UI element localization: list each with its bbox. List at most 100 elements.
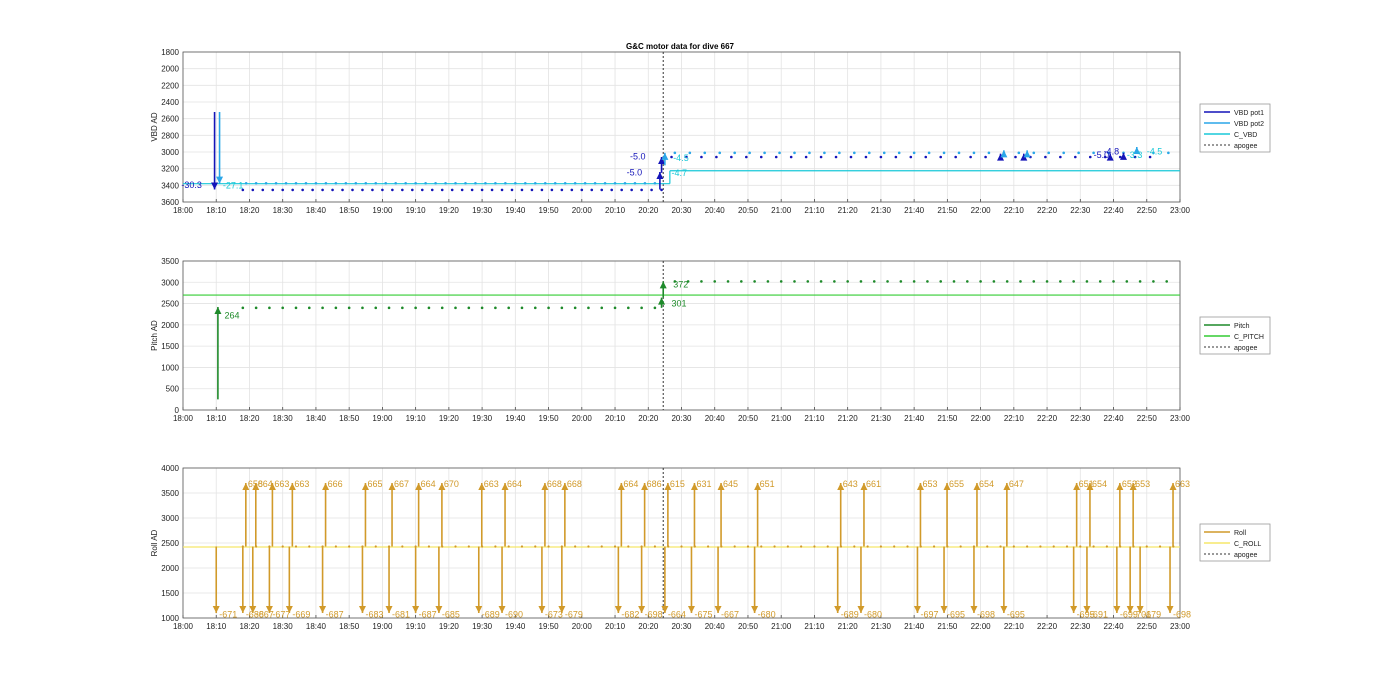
vbd-pot1-point	[351, 188, 354, 192]
pitch-point	[1045, 280, 1049, 283]
pitch-point	[846, 280, 849, 283]
x-tick-label: 22:00	[971, 414, 992, 423]
roll-point	[587, 545, 590, 548]
roll-data-label: -697	[920, 610, 938, 620]
x-tick-label: 20:50	[738, 414, 759, 423]
roll-data-label: -682	[621, 610, 639, 620]
x-tick-label: 19:00	[372, 414, 393, 423]
pitch-point	[1005, 280, 1009, 283]
x-tick-label: 22:20	[1037, 206, 1058, 215]
vbd-pot2-point	[1077, 151, 1080, 155]
x-tick-label: 18:10	[206, 414, 227, 423]
x-tick-label: 20:40	[705, 206, 726, 215]
roll-point	[1052, 545, 1055, 548]
vbd-pot1-point	[700, 155, 703, 159]
x-tick-label: 19:20	[439, 206, 460, 215]
vbd-pot1-point	[804, 155, 808, 159]
pitch-point	[268, 306, 271, 310]
y-tick-label: 1000	[161, 614, 179, 623]
vbd-pot2-point	[1032, 151, 1036, 155]
pitch-point	[912, 280, 916, 283]
vbd-pot1-point	[381, 188, 384, 192]
vbd-pot2-point	[882, 151, 886, 155]
y-tick-label: 2500	[161, 300, 179, 309]
pitch-point	[374, 306, 378, 310]
y-axis-label: VBD AD	[150, 112, 159, 142]
vbd-pot1-point	[261, 188, 265, 192]
x-tick-label: 19:00	[372, 622, 393, 631]
x-tick-label: 22:40	[1104, 622, 1125, 631]
vbd-data-label: -4.5	[673, 153, 689, 163]
roll-data-label: -698	[645, 610, 663, 620]
vbd-pot1-point	[281, 188, 285, 192]
roll-data-label: -671	[219, 610, 237, 620]
x-tick-label: 18:40	[306, 414, 327, 423]
legend-label: C_PITCH	[1234, 334, 1264, 341]
roll-data-label: -675	[694, 610, 712, 620]
vbd-pot2-point	[653, 181, 657, 185]
y-axis-label: Roll AD	[150, 529, 159, 556]
vbd-pot2-point	[1017, 151, 1021, 155]
pitch-data-label: 372	[673, 279, 688, 289]
roll-point	[520, 545, 524, 548]
roll-data-label: -667	[256, 610, 274, 620]
vbd-pot1-point	[590, 188, 594, 192]
x-tick-label: 18:30	[273, 414, 294, 423]
vbd-pot1-point	[391, 188, 394, 192]
x-tick-label: 20:10	[605, 206, 626, 215]
x-tick-label: 21:00	[771, 622, 792, 631]
vbd-pot1-point	[361, 188, 364, 192]
x-tick-label: 20:20	[638, 622, 659, 631]
vbd-pot2-point	[434, 181, 437, 185]
pitch-point	[307, 306, 311, 310]
roll-point	[1092, 545, 1095, 548]
roll-data-label: -683	[365, 610, 383, 620]
roll-data-label: -687	[326, 610, 344, 620]
roll-data-label: -679	[565, 610, 583, 620]
x-tick-label: 22:00	[971, 622, 992, 631]
roll-data-label: 666	[328, 479, 343, 489]
x-tick-label: 21:30	[871, 206, 892, 215]
vbd-pot2-point	[344, 181, 348, 185]
x-tick-label: 20:40	[705, 414, 726, 423]
pitch-point	[440, 306, 444, 310]
pitch-point	[979, 280, 982, 283]
x-tick-label: 19:40	[505, 206, 526, 215]
legend-label: VBD pot1	[1234, 110, 1264, 117]
pitch-point	[793, 280, 796, 283]
roll-point	[959, 545, 962, 548]
vbd-pot1-point	[650, 188, 653, 192]
roll-data-label: -673	[545, 610, 563, 620]
vbd-pot1-point	[530, 188, 534, 192]
roll-point	[1026, 545, 1029, 548]
y-tick-label: 2200	[161, 81, 179, 90]
vbd-pot2-point	[733, 151, 736, 155]
x-tick-label: 18:20	[239, 622, 260, 631]
roll-point	[866, 545, 869, 548]
vbd-pot1-point	[291, 188, 294, 192]
roll-data-label: 668	[567, 479, 582, 489]
pitch-point	[627, 306, 630, 310]
roll-data-label: 664	[421, 479, 436, 489]
vbd-pot2-point	[384, 181, 388, 185]
pitch-point	[859, 280, 863, 283]
x-tick-label: 20:20	[638, 206, 659, 215]
vbd-pot2-point	[404, 181, 407, 185]
vbd-pot2-point	[284, 181, 288, 185]
x-tick-label: 22:30	[1070, 622, 1091, 631]
roll-data-label: 668	[547, 479, 562, 489]
roll-point	[374, 545, 377, 548]
vbd-pot2-point	[553, 181, 557, 185]
x-tick-label: 21:10	[804, 414, 825, 423]
x-tick-label: 21:30	[871, 622, 892, 631]
roll-point	[308, 545, 311, 548]
x-tick-label: 22:50	[1137, 622, 1158, 631]
y-tick-label: 2600	[161, 115, 179, 124]
pitch-subplot: 18:00 18:10 18:20 18:30 18:40 18:50 19:00 19:10…	[150, 257, 1271, 423]
vbd-pot2-point	[364, 181, 368, 185]
vbd-pot1-point	[1044, 155, 1047, 159]
x-tick-label: 22:20	[1037, 622, 1058, 631]
pitch-point	[573, 306, 577, 310]
roll-data-label: 653	[922, 479, 937, 489]
vbd-pot2-point	[763, 151, 766, 155]
